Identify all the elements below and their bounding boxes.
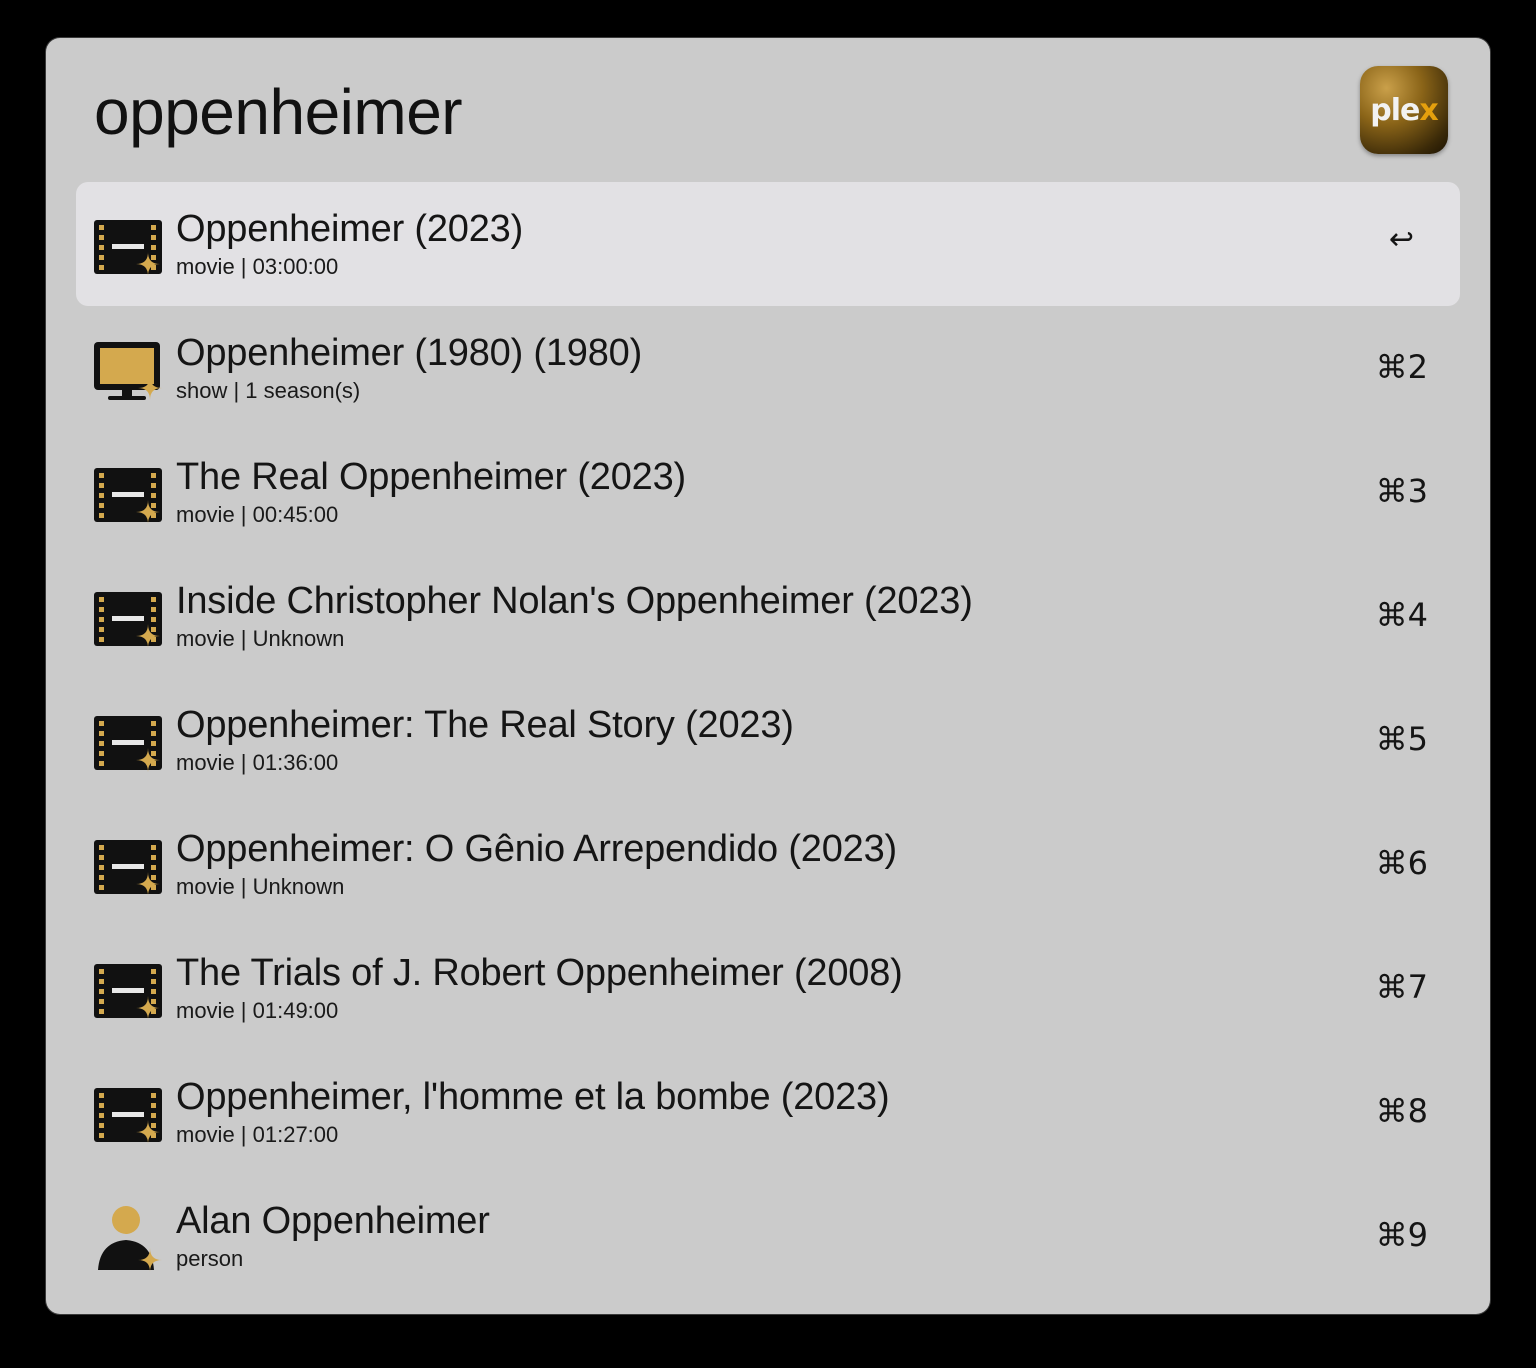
result-title: The Real Oppenheimer (2023) — [176, 456, 686, 498]
result-row[interactable]: Alan Oppenheimer person ⌘9 — [76, 1174, 1460, 1298]
result-subtitle: movie | 01:36:00 — [176, 750, 339, 775]
search-bar: plex — [46, 38, 1490, 182]
film-icon — [90, 1080, 162, 1148]
results-list: Oppenheimer (2023) movie | 03:00:00 ↩ Oppe… — [76, 182, 1460, 1298]
result-subtitle: show | 1 season(s) — [176, 378, 361, 403]
search-input[interactable] — [94, 72, 1294, 152]
result-row[interactable]: The Real Oppenheimer (2023) movie | 00:45… — [76, 430, 1460, 554]
result-subtitle: movie | 00:45:00 — [176, 502, 339, 527]
shortcut-hint: ⌘6 — [1375, 844, 1428, 882]
shortcut-hint: ⌘2 — [1375, 348, 1428, 386]
result-subtitle: movie | Unknown — [176, 626, 345, 651]
launcher-window: plex Oppenheimer (2023) movie | 03:00:00 ↩… — [46, 38, 1490, 1314]
result-title: Inside Christopher Nolan's Oppenheimer (… — [176, 580, 973, 622]
shortcut-hint: ⌘7 — [1375, 968, 1428, 1006]
result-row[interactable]: Oppenheimer (1980) (1980) show | 1 season… — [76, 306, 1460, 430]
result-title: Alan Oppenheimer — [176, 1200, 490, 1242]
result-title: Oppenheimer (1980) (1980) — [176, 332, 643, 374]
shortcut-hint: ⌘5 — [1375, 720, 1428, 758]
plex-logo-accent: x — [1419, 92, 1438, 128]
result-title: Oppenheimer (2023) — [176, 208, 524, 250]
shortcut-hint: ⌘3 — [1375, 472, 1428, 510]
result-subtitle: movie | 03:00:00 — [176, 254, 339, 279]
result-subtitle: person — [176, 1246, 244, 1271]
plex-logo-main: ple — [1370, 92, 1420, 128]
result-title: Oppenheimer, l'homme et la bombe (2023) — [176, 1076, 890, 1118]
film-icon — [90, 956, 162, 1024]
result-subtitle: movie | 01:27:00 — [176, 1122, 339, 1147]
film-icon — [90, 212, 162, 280]
result-subtitle: movie | Unknown — [176, 874, 345, 899]
result-row[interactable]: Oppenheimer, l'homme et la bombe (2023) m… — [76, 1050, 1460, 1174]
shortcut-hint: ⌘4 — [1375, 596, 1428, 634]
plex-logo-text: plex — [1370, 92, 1438, 128]
result-subtitle: movie | 01:49:00 — [176, 998, 339, 1023]
result-row[interactable]: Oppenheimer: The Real Story (2023) movie … — [76, 678, 1460, 802]
film-icon — [90, 708, 162, 776]
film-icon — [90, 460, 162, 528]
film-icon — [90, 584, 162, 652]
person-icon — [90, 1204, 162, 1272]
film-icon — [90, 832, 162, 900]
return-key-hint: ↩ — [1388, 222, 1414, 257]
result-title: Oppenheimer: The Real Story (2023) — [176, 704, 794, 746]
result-title: The Trials of J. Robert Oppenheimer (200… — [176, 952, 903, 994]
shortcut-hint: ⌘8 — [1375, 1092, 1428, 1130]
result-title: Oppenheimer: O Gênio Arrependido (2023) — [176, 828, 897, 870]
plex-icon: plex — [1360, 66, 1448, 154]
result-row[interactable]: Inside Christopher Nolan's Oppenheimer (… — [76, 554, 1460, 678]
result-row[interactable]: The Trials of J. Robert Oppenheimer (200… — [76, 926, 1460, 1050]
result-row[interactable]: Oppenheimer: O Gênio Arrependido (2023) m… — [76, 802, 1460, 926]
shortcut-hint: ⌘9 — [1375, 1216, 1428, 1254]
result-row[interactable]: Oppenheimer (2023) movie | 03:00:00 ↩ — [76, 182, 1460, 306]
tv-icon — [90, 336, 162, 404]
